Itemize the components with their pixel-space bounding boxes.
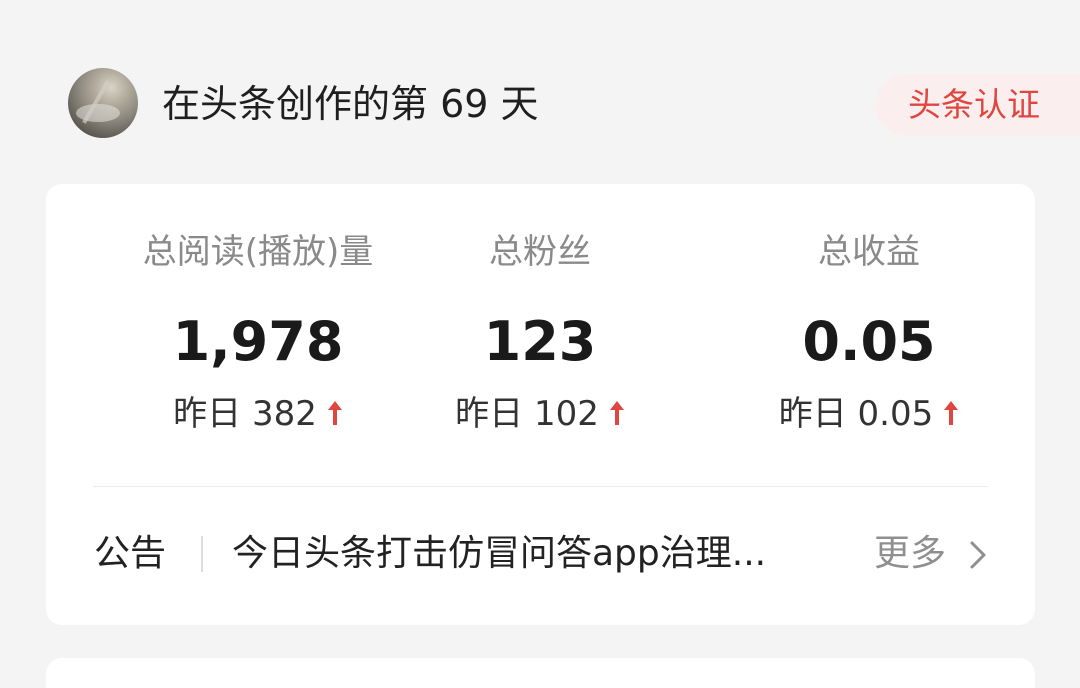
divider [201,536,203,572]
stat-value: 123 [483,310,597,373]
arrow-up-icon [327,400,342,425]
stat-label: 总收益 [818,232,920,272]
avatar[interactable] [68,68,138,138]
creator-dashboard: 在头条创作的第 69 天 头条认证 总阅读(播放)量 1,978 昨日 382 … [0,0,1080,688]
divider [93,486,988,487]
stat-delta-text: 昨日 382 [173,394,317,434]
stats-card: 总阅读(播放)量 1,978 昨日 382 总粉丝 123 昨日 102 总收益… [46,184,1035,625]
stat-label: 总阅读(播放)量 [142,232,374,272]
certification-label: 头条认证 [908,85,1040,124]
stat-total-reads[interactable]: 总阅读(播放)量 1,978 昨日 382 [93,184,423,464]
stat-delta: 昨日 102 [375,390,705,438]
stat-total-earnings[interactable]: 总收益 0.05 昨日 0.05 [704,184,1034,464]
creation-days-title: 在头条创作的第 69 天 [162,82,539,126]
toutiao-certification-button[interactable]: 头条认证 [876,74,1080,136]
stat-value: 1,978 [172,310,344,373]
stat-value: 0.05 [802,310,936,373]
arrow-up-icon [609,400,624,425]
stat-label: 总粉丝 [489,232,591,272]
next-card [46,658,1035,688]
stat-delta: 昨日 382 [93,390,423,438]
arrow-up-icon [944,400,959,425]
stat-delta-text: 昨日 0.05 [778,394,934,434]
chevron-right-icon [970,541,986,569]
stat-delta-text: 昨日 102 [455,394,599,434]
announcement-row[interactable]: 公告 今日头条打击仿冒问答app治理... 更多 [46,514,1035,594]
stat-delta: 昨日 0.05 [704,390,1034,438]
header: 在头条创作的第 69 天 头条认证 [0,0,1080,184]
stat-total-fans[interactable]: 总粉丝 123 昨日 102 [375,184,705,464]
more-label: 更多 [874,533,947,574]
announcement-label: 公告 [94,533,167,574]
more-button[interactable]: 更多 [874,514,994,594]
announcement-text[interactable]: 今日头条打击仿冒问答app治理... [232,514,822,594]
